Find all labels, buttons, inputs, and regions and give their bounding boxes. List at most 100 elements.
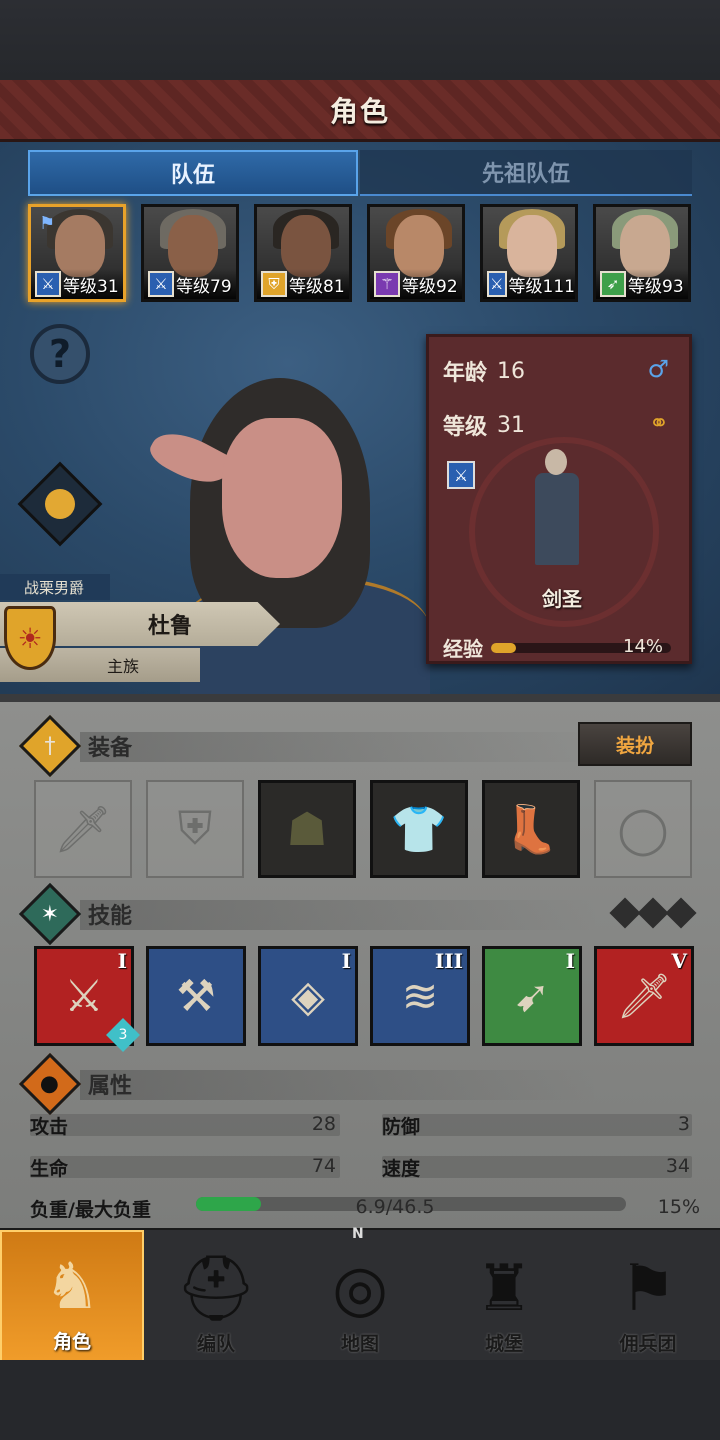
- legs-slot[interactable]: 👢: [482, 780, 580, 878]
- skill-slot-6[interactable]: 🗡 V: [594, 946, 694, 1046]
- dagger-icon: †: [18, 714, 82, 778]
- nav-mercenary[interactable]: ⚑ 佣兵团: [576, 1230, 720, 1362]
- bottom-nav: ♞ 角色 ⛑ 编队 ◎ 地图 N ♜ 城堡 ⚑ 佣兵团: [0, 1226, 720, 1362]
- nav-formation[interactable]: ⛑ 编队: [144, 1230, 288, 1362]
- attack-value: 28: [311, 1113, 336, 1135]
- nav-label: 城堡: [484, 1333, 523, 1355]
- skill-rank: I: [341, 949, 351, 973]
- title-banner: 角色: [0, 80, 720, 142]
- party-member-6[interactable]: ➶ 等级93: [593, 204, 691, 302]
- party-member-3[interactable]: ⛨ 等级81: [254, 204, 352, 302]
- section-bar: [80, 900, 600, 930]
- nav-label: 佣兵团: [619, 1333, 677, 1355]
- exp-label: 经验: [443, 637, 483, 661]
- skill-slot-4[interactable]: ≋ III: [370, 946, 470, 1046]
- potion-icon[interactable]: [17, 461, 103, 547]
- skill-rank: I: [117, 949, 127, 973]
- member-level: ⚔ 等级111: [483, 269, 575, 299]
- head-slot[interactable]: ☗: [258, 780, 356, 878]
- compass-icon: ◎: [332, 1252, 388, 1326]
- party-member-1[interactable]: ⚑ ⚔ 等级31: [28, 204, 126, 302]
- helmet-icon: ⛑: [175, 1252, 257, 1326]
- equipment-header: † 装备: [18, 714, 133, 778]
- body-slot[interactable]: 👕: [370, 780, 468, 878]
- hp-label: 生命: [30, 1157, 69, 1180]
- level-text: 等级92: [402, 276, 458, 297]
- leader-flag-icon: ⚑: [39, 213, 56, 234]
- party-member-2[interactable]: ⚔ 等级79: [141, 204, 239, 302]
- home-indicator-area: [0, 1360, 720, 1440]
- skill-slot-2[interactable]: ⚒: [146, 946, 246, 1046]
- level-text: 等级31: [63, 276, 119, 297]
- exp-percent: 14%: [623, 635, 664, 657]
- sun-crest-icon: ☀: [4, 606, 56, 670]
- tab-ancestor-party[interactable]: 先祖队伍: [360, 150, 692, 196]
- ring-slot[interactable]: ◯: [594, 780, 692, 878]
- shield-icon: ⛨: [177, 801, 213, 855]
- equipment-title: 装备: [88, 736, 133, 761]
- castle-icon: ♜: [475, 1252, 533, 1326]
- skill-slot-5[interactable]: ➹ I: [482, 946, 582, 1046]
- dress-button[interactable]: 装扮: [578, 722, 692, 766]
- character-face: [222, 418, 342, 578]
- sword-icon: ⚔: [447, 461, 475, 489]
- sword-icon: ⚔: [148, 271, 174, 297]
- level-text: 等级81: [289, 276, 345, 297]
- exp-bar: 14%: [491, 636, 671, 657]
- help-icon[interactable]: ?: [30, 324, 90, 384]
- skills-title: 技能: [88, 904, 133, 929]
- class-name: 剑圣: [542, 587, 582, 611]
- tab-ancestor-party-label: 先祖队伍: [481, 162, 570, 187]
- gem-icon: [609, 897, 641, 929]
- party-member-5[interactable]: ⚔ 等级111: [480, 204, 578, 302]
- load-label: 负重/最大负重: [30, 1198, 151, 1221]
- attributes-title: 属性: [88, 1074, 133, 1099]
- star-icon: ✶: [18, 882, 82, 946]
- portrait-face: [168, 215, 218, 277]
- member-level: ➶ 等级93: [596, 269, 688, 299]
- party-member-4[interactable]: ⚚ 等级92: [367, 204, 465, 302]
- character-name: 杜鲁: [147, 614, 192, 639]
- nav-map[interactable]: ◎ 地图: [288, 1230, 432, 1362]
- level-text: 等级111: [508, 276, 575, 297]
- tab-party[interactable]: 队伍: [28, 150, 358, 196]
- member-level: ⚚ 等级92: [370, 269, 462, 299]
- nav-castle[interactable]: ♜ 城堡: [432, 1230, 576, 1362]
- attack-label: 攻击: [30, 1115, 69, 1138]
- skill-slot-3[interactable]: ◈ I: [258, 946, 358, 1046]
- class-sprite: [529, 449, 585, 569]
- skill-rank: III: [434, 949, 463, 973]
- hero-area: 队伍 先祖队伍 ⚑ ⚔ 等级31 ⚔ 等级79 ⛨ 等级81 ⚚ 等级92 ⚔ …: [0, 142, 720, 694]
- skills-header: ✶ 技能: [18, 882, 133, 946]
- nav-character[interactable]: ♞ 角色: [0, 1230, 144, 1362]
- offhand-slot[interactable]: ⛨: [146, 780, 244, 878]
- speed-value: 34: [665, 1155, 690, 1177]
- load-row: 负重/最大负重: [30, 1192, 151, 1224]
- weapon-slot[interactable]: 🗡: [34, 780, 132, 878]
- portrait-face: [394, 215, 444, 277]
- level-row: 等级 31: [443, 409, 525, 441]
- load-value: 6.9/46.5: [355, 1196, 435, 1218]
- skill-rank: V: [671, 949, 687, 973]
- page-title: 角色: [329, 94, 390, 128]
- character-title: 战栗男爵: [0, 574, 110, 600]
- portrait-face: [281, 215, 331, 277]
- hp-row: 生命: [30, 1151, 68, 1183]
- gust-icon: ➹: [513, 970, 551, 1022]
- hood-icon: ☗: [286, 802, 328, 856]
- speed-label: 速度: [382, 1157, 421, 1180]
- mercenary-icon: ⚑: [619, 1252, 677, 1326]
- sword-icon: 🗡: [616, 971, 672, 1022]
- skill-stack-badge: 3: [106, 1018, 140, 1052]
- dash-strike-icon: ⚔: [64, 970, 104, 1022]
- wind-icon: ≋: [401, 970, 439, 1022]
- character-house: 主族: [106, 657, 139, 676]
- boots-icon: 👢: [502, 801, 560, 856]
- skill-slot-1[interactable]: ⚔ I 3: [34, 946, 140, 1052]
- section-bar: [80, 732, 600, 762]
- load-percent: 15%: [657, 1196, 700, 1218]
- member-level: ⚔ 等级31: [31, 269, 123, 299]
- male-icon: ♂: [647, 355, 669, 383]
- tab-party-label: 队伍: [170, 163, 215, 188]
- attributes-header: ● 属性: [18, 1052, 133, 1116]
